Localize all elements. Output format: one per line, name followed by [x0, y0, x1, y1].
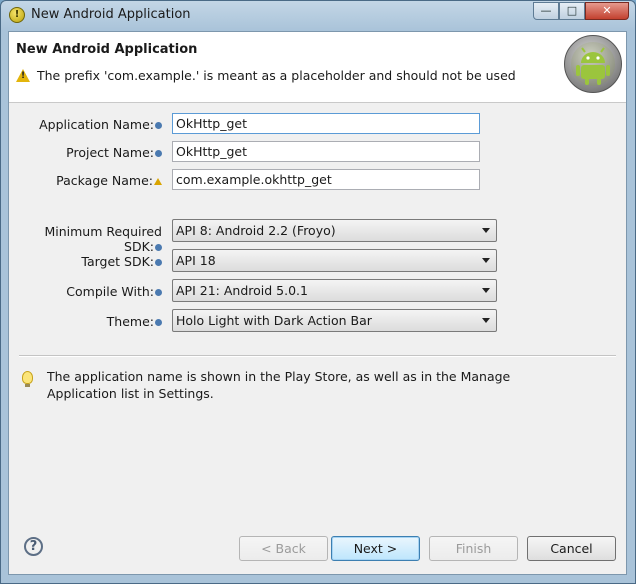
warning-icon [154, 178, 162, 185]
minimize-button[interactable]: — [533, 2, 559, 20]
compile-with-label: Compile With: [12, 284, 162, 299]
finish-button[interactable]: Finish [429, 536, 518, 561]
app-icon: ! [9, 7, 25, 23]
warning-text: The prefix 'com.example.' is meant as a … [37, 68, 516, 83]
application-name-input[interactable]: OkHttp_get [172, 113, 480, 134]
android-robot-icon [571, 42, 615, 86]
info-icon [155, 244, 162, 251]
chevron-down-icon [482, 288, 490, 293]
target-sdk-label: Target SDK: [12, 254, 162, 269]
package-name-label: Package Name: [12, 173, 162, 188]
chevron-down-icon [482, 258, 490, 263]
dialog-content: New Android Application ! The prefix 'co… [8, 31, 627, 575]
target-sdk-value: API 18 [176, 253, 216, 268]
hint-text: The application name is shown in the Pla… [47, 369, 511, 401]
dialog-window: ! New Android Application — □ ✕ New Andr… [0, 0, 636, 584]
compile-with-select[interactable]: API 21: Android 5.0.1 [172, 279, 497, 302]
project-name-label: Project Name: [12, 145, 162, 160]
warning-message: ! The prefix 'com.example.' is meant as … [16, 68, 516, 83]
help-button[interactable]: ? [24, 537, 43, 556]
hint-message: The application name is shown in the Pla… [22, 368, 582, 402]
title-bar[interactable]: ! New Android Application — □ ✕ [1, 1, 635, 31]
min-sdk-label: Minimum Required SDK: [44, 224, 162, 254]
min-sdk-value: API 8: Android 2.2 (Froyo) [176, 223, 336, 238]
android-logo-icon [564, 35, 622, 93]
lightbulb-icon [22, 371, 33, 387]
info-icon [155, 319, 162, 326]
theme-select[interactable]: Holo Light with Dark Action Bar [172, 309, 497, 332]
close-button[interactable]: ✕ [585, 2, 629, 20]
theme-value: Holo Light with Dark Action Bar [176, 313, 372, 328]
theme-label: Theme: [12, 314, 162, 329]
chevron-down-icon [482, 318, 490, 323]
wizard-title: New Android Application [16, 42, 198, 57]
back-button[interactable]: < Back [239, 536, 328, 561]
next-button[interactable]: Next > [331, 536, 420, 561]
warning-icon: ! [16, 69, 30, 82]
cancel-button[interactable]: Cancel [527, 536, 616, 561]
package-name-input[interactable]: com.example.okhttp_get [172, 169, 480, 190]
maximize-button[interactable]: □ [559, 2, 585, 20]
window-controls: — □ ✕ [533, 2, 629, 20]
info-icon [155, 122, 162, 129]
compile-with-value: API 21: Android 5.0.1 [176, 283, 308, 298]
divider [19, 355, 616, 357]
target-sdk-select[interactable]: API 18 [172, 249, 497, 272]
project-name-input[interactable]: OkHttp_get [172, 141, 480, 162]
info-icon [155, 259, 162, 266]
info-icon [155, 150, 162, 157]
info-icon [155, 289, 162, 296]
wizard-header: New Android Application ! The prefix 'co… [9, 32, 626, 103]
chevron-down-icon [482, 228, 490, 233]
window-title: New Android Application [31, 7, 191, 22]
min-sdk-select[interactable]: API 8: Android 2.2 (Froyo) [172, 219, 497, 242]
application-name-label: Application Name: [12, 117, 162, 132]
